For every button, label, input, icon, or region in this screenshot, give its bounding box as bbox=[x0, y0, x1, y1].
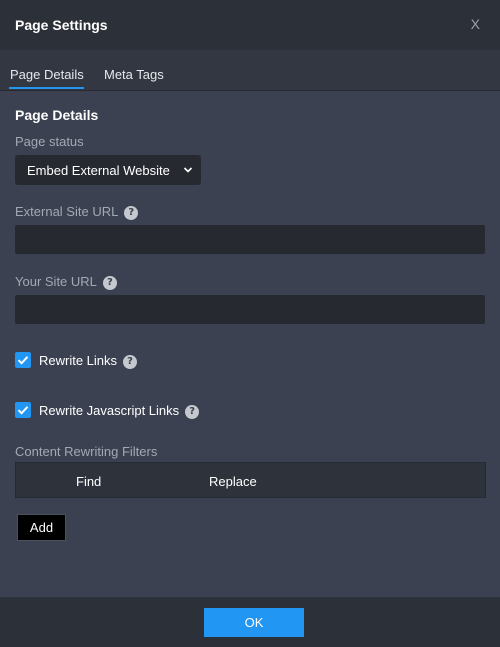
check-icon bbox=[17, 406, 29, 415]
column-header-replace: Replace bbox=[209, 474, 257, 489]
external-site-url-label-text: External Site URL bbox=[15, 204, 119, 219]
external-site-url-label: External Site URL? bbox=[15, 204, 139, 220]
tab-page-details[interactable]: Page Details bbox=[10, 67, 84, 82]
dialog-footer: OK bbox=[0, 597, 500, 647]
your-site-url-input[interactable] bbox=[15, 295, 485, 324]
rewrite-links-checkbox[interactable] bbox=[15, 352, 31, 368]
filters-table-header: Find Replace bbox=[15, 462, 486, 498]
rewrite-js-links-checkbox[interactable] bbox=[15, 402, 31, 418]
dialog-header: Page Settings X bbox=[0, 0, 500, 50]
help-icon[interactable]: ? bbox=[102, 276, 117, 290]
chevron-down-icon bbox=[183, 167, 193, 173]
help-icon[interactable]: ? bbox=[185, 405, 200, 419]
content-rewriting-filters-label: Content Rewriting Filters bbox=[15, 444, 158, 459]
rewrite-links-label: Rewrite Links? bbox=[39, 353, 138, 369]
rewrite-links-label-text: Rewrite Links bbox=[39, 353, 118, 368]
page-status-label: Page status bbox=[15, 134, 84, 149]
tab-meta-tags[interactable]: Meta Tags bbox=[104, 67, 164, 82]
page-status-value: Embed External Website bbox=[27, 163, 170, 178]
ok-button[interactable]: OK bbox=[204, 608, 304, 637]
active-tab-indicator bbox=[9, 87, 84, 89]
your-site-url-label: Your Site URL? bbox=[15, 274, 117, 290]
section-title: Page Details bbox=[15, 107, 99, 123]
check-icon bbox=[17, 356, 29, 365]
help-icon[interactable]: ? bbox=[124, 206, 139, 220]
help-icon[interactable]: ? bbox=[123, 355, 138, 369]
close-button[interactable]: X bbox=[471, 16, 480, 32]
column-header-find: Find bbox=[76, 474, 102, 489]
page-status-select[interactable]: Embed External Website bbox=[15, 155, 201, 185]
add-filter-button[interactable]: Add bbox=[17, 514, 66, 541]
your-site-url-label-text: Your Site URL bbox=[15, 274, 97, 289]
page-settings-dialog: Page Settings X Page Details Meta Tags P… bbox=[0, 0, 500, 647]
rewrite-js-links-label: Rewrite Javascript Links? bbox=[39, 403, 200, 419]
tab-bar: Page Details Meta Tags bbox=[0, 50, 500, 91]
rewrite-js-links-label-text: Rewrite Javascript Links bbox=[39, 403, 180, 418]
external-site-url-input[interactable] bbox=[15, 225, 485, 254]
dialog-title: Page Settings bbox=[15, 17, 108, 33]
